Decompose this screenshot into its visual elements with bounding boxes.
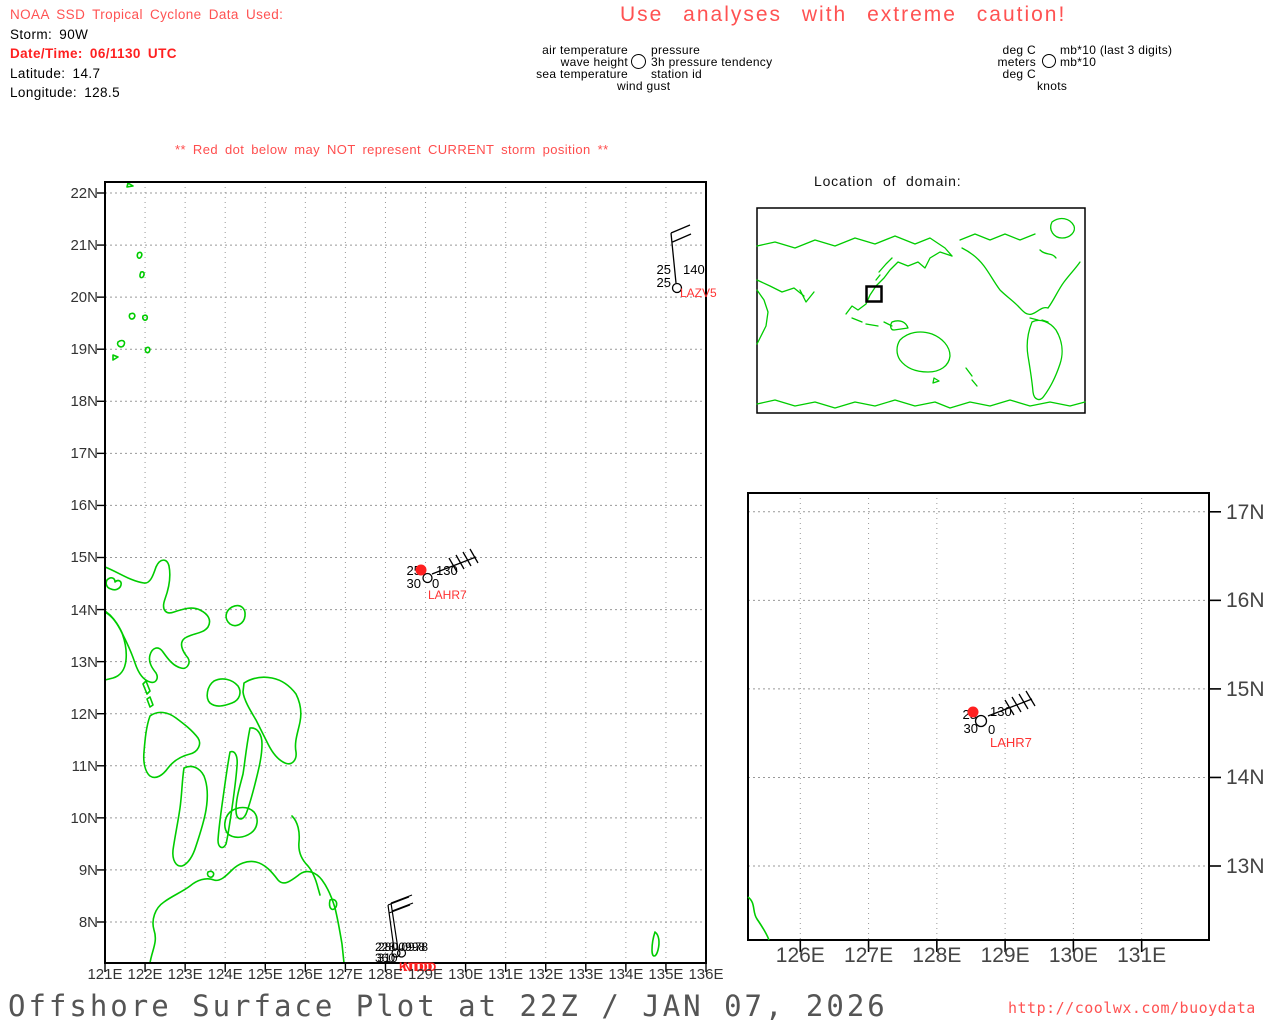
axis-label: 132E xyxy=(528,966,564,983)
axis-label: 20N xyxy=(70,289,98,307)
axis-label: 125E xyxy=(247,966,283,983)
lahr7-station-id: LAHR7 xyxy=(990,735,1032,750)
axis-label: 126E xyxy=(287,966,323,983)
axis-label: 123E xyxy=(167,966,203,983)
philippines-coastline xyxy=(104,182,660,964)
axis-label: 13N xyxy=(1226,855,1265,878)
main-map-ticks xyxy=(97,192,707,972)
axis-label: 127E xyxy=(327,966,363,983)
axis-label: 21N xyxy=(70,237,98,255)
axis-label: 17N xyxy=(70,445,98,463)
axis-label: 128E xyxy=(912,944,962,967)
station-lahr7-inset: 25 130 30 0 LAHR7 xyxy=(963,690,1036,750)
axis-label: 17N xyxy=(1226,500,1265,524)
lahr7-pressure: 130 xyxy=(436,563,458,578)
axis-label: 129E xyxy=(980,944,1030,967)
axis-label: 135E xyxy=(648,966,684,983)
axis-label: 15N xyxy=(1226,677,1265,701)
axis-label: 15N xyxy=(70,549,98,567)
axis-label: 129E xyxy=(408,966,444,983)
zoom-inset-map: 25 130 30 0 LAHR7 xyxy=(747,492,1210,941)
axis-label: 12N xyxy=(70,705,98,723)
axis-label: 131E xyxy=(488,966,524,983)
inset-map-ticks xyxy=(799,510,1221,952)
axis-label: 134E xyxy=(608,966,644,983)
axis-label: 11N xyxy=(71,757,98,775)
axis-label: 16N xyxy=(70,497,98,515)
inset-coastline xyxy=(747,896,770,941)
offshore-surface-plot-page: NOAA SSD Tropical Cyclone Data Used: Sto… xyxy=(0,0,1280,1024)
plot-title: Offshore Surface Plot at 22Z / JAN 07, 2… xyxy=(8,989,888,1023)
axis-label: 126E xyxy=(775,944,825,967)
lahr7-pressure: 130 xyxy=(990,704,1012,719)
axis-label: 19N xyxy=(70,341,98,359)
axis-label: 10N xyxy=(70,809,98,827)
station-coastal-cluster: 228 0998 280 0978 360 310 KTDD NTDD xyxy=(375,894,437,974)
axis-label: 8N xyxy=(78,913,98,931)
lazv5-station-id: LAZV5 xyxy=(680,286,717,300)
axis-label: 136E xyxy=(688,966,724,983)
axis-label: 122E xyxy=(127,966,163,983)
world-locator-map xyxy=(756,207,1086,414)
axis-label: 18N xyxy=(70,393,98,411)
axis-label: 13N xyxy=(70,653,98,671)
axis-label: 16N xyxy=(1226,589,1265,613)
storm-position-dot xyxy=(967,706,979,718)
axis-label: 124E xyxy=(207,966,243,983)
storm-position-dot xyxy=(415,564,427,576)
cluster-sea-temp-overlap: 310 xyxy=(378,951,398,965)
station-lahr7-main: 25 130 30 0 LAHR7 xyxy=(407,548,479,602)
axis-label: 121E xyxy=(87,966,123,983)
main-map-border xyxy=(104,181,707,964)
station-lazv5: 25 140 25 LAZV5 xyxy=(657,224,717,300)
world-map-border xyxy=(756,207,1086,414)
axis-label: 9N xyxy=(78,861,98,879)
plot-graphics: 25 140 25 LAZV5 25 130 30 0 LAHR7 228 09… xyxy=(97,181,1221,974)
axis-label: 130E xyxy=(448,966,484,983)
lahr7-station-id: LAHR7 xyxy=(428,588,467,602)
axis-label: 130E xyxy=(1048,944,1098,967)
axis-label: 127E xyxy=(844,944,894,967)
axis-label: 22N xyxy=(70,185,98,202)
main-map-grid xyxy=(105,182,706,963)
lazv5-sea-temp: 25 xyxy=(657,275,671,290)
station-circle-icon xyxy=(422,572,433,584)
axis-label: 14N xyxy=(70,601,98,619)
axis-label: 133E xyxy=(568,966,604,983)
axis-label: 14N xyxy=(1226,766,1265,790)
axis-label: 128E xyxy=(367,966,403,983)
lahr7-sea-temp: 30 xyxy=(407,576,421,591)
axis-label: 131E xyxy=(1117,944,1167,967)
source-url: http://coolwx.com/buoydata xyxy=(1008,999,1256,1017)
lazv5-pressure: 140 xyxy=(683,262,705,277)
